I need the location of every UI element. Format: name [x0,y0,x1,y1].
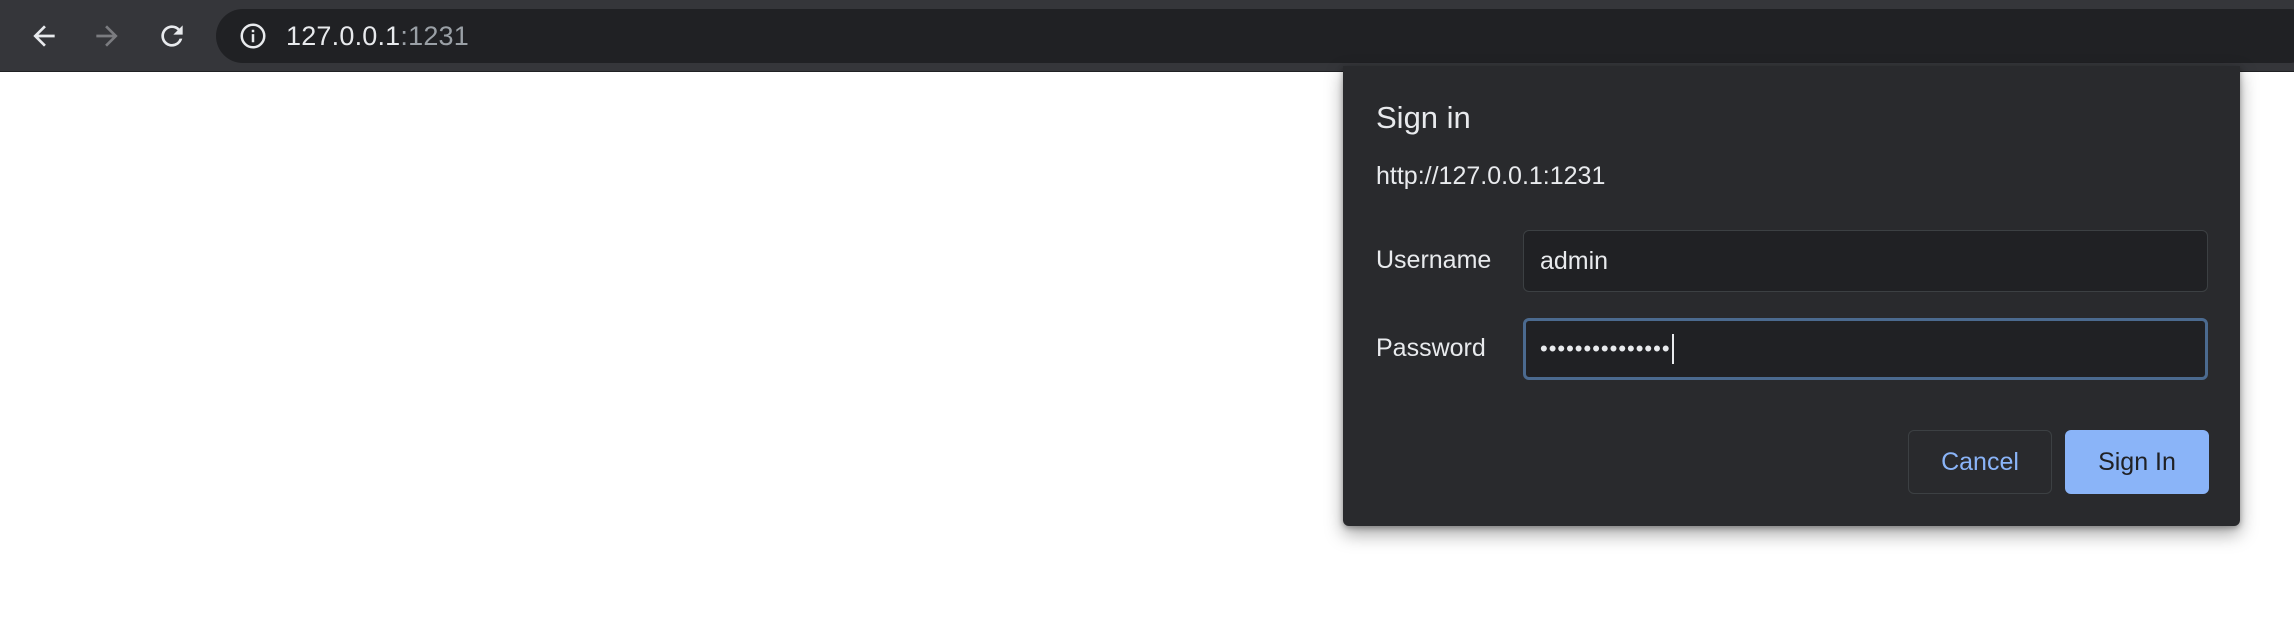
sign-in-button[interactable]: Sign In [2065,430,2209,494]
arrow-left-icon [33,25,55,47]
back-button[interactable] [20,12,68,60]
password-label: Password [1376,334,1486,362]
browser-toolbar: 127.0.0.1:1231 [0,0,2294,72]
password-masked-value: ••••••••••••••• [1540,336,1671,361]
forward-button[interactable] [83,12,131,60]
arrow-right-icon [96,25,118,47]
username-field[interactable]: admin [1523,230,2208,292]
reload-button[interactable] [148,12,196,60]
dialog-origin: http://127.0.0.1:1231 [1376,162,1606,190]
url-port: :1231 [400,20,469,51]
text-caret [1671,334,1674,364]
url-text[interactable]: 127.0.0.1:1231 [286,21,469,52]
cancel-button[interactable]: Cancel [1908,430,2052,494]
password-field[interactable]: ••••••••••••••• [1523,318,2208,380]
username-value: admin [1540,246,1609,275]
url-host: 127.0.0.1 [286,20,401,51]
info-icon[interactable] [238,21,268,51]
reload-icon [161,25,183,47]
sign-in-dialog: Sign in http://127.0.0.1:1231 Username a… [1343,66,2240,526]
address-bar[interactable]: 127.0.0.1:1231 [216,9,2294,63]
dialog-title: Sign in [1376,100,1471,135]
username-label: Username [1376,246,1492,274]
